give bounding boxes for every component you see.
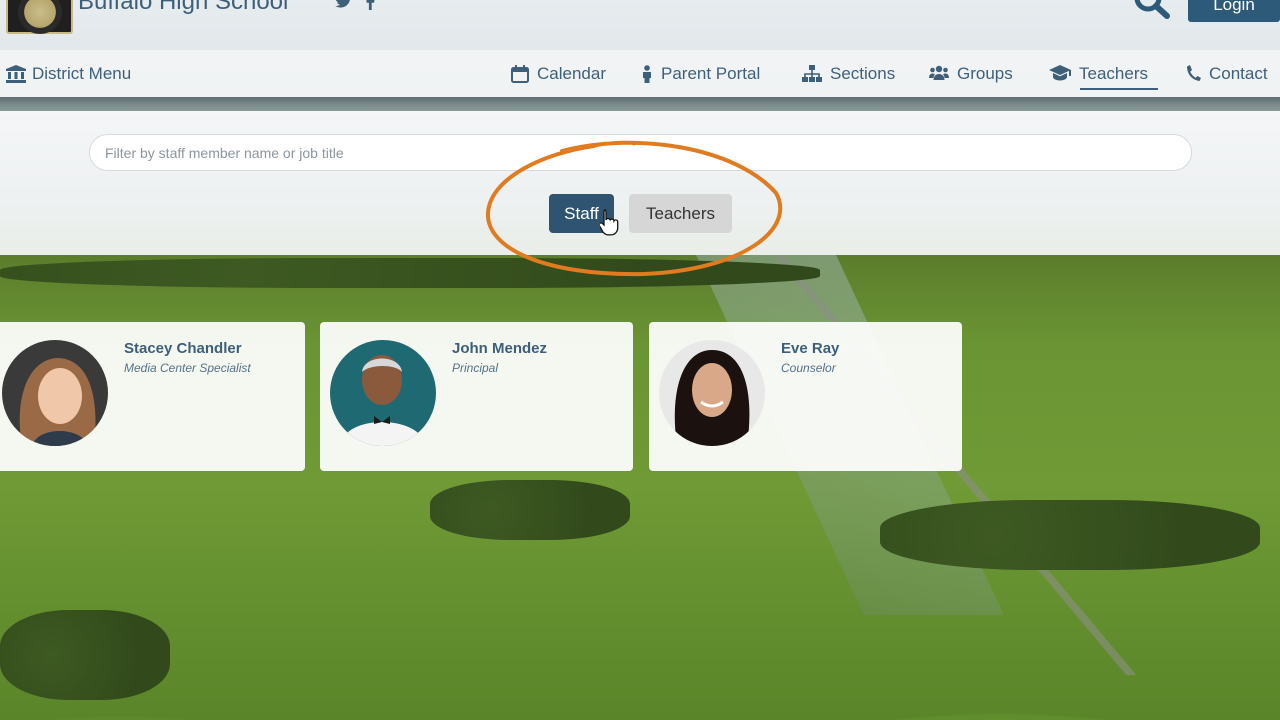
nav-item-calendar[interactable]: Calendar [511, 50, 606, 97]
nav-item-parent-portal[interactable]: Parent Portal [641, 50, 760, 97]
graduation-cap-icon [1049, 64, 1071, 83]
nav-label: Parent Portal [661, 63, 761, 83]
nav-item-contact[interactable]: Contact [1187, 50, 1268, 97]
treeline [880, 500, 1260, 570]
avatar [659, 340, 765, 446]
avatar [330, 340, 436, 446]
staff-card[interactable]: Stacey Chandler Media Center Specialist [0, 322, 305, 471]
nav-label: Contact [1209, 63, 1268, 83]
twitter-icon[interactable] [335, 0, 352, 13]
logo-mark [17, 0, 62, 34]
nav-label: Groups [957, 63, 1013, 83]
top-bar: Buffalo High School Login [0, 0, 1280, 50]
site-title[interactable]: Buffalo High School [78, 0, 288, 16]
sitemap-icon [802, 64, 822, 83]
nav-item-groups[interactable]: Groups [929, 50, 1013, 97]
school-logo[interactable] [6, 0, 73, 34]
building-icon [6, 64, 26, 83]
district-menu-button[interactable]: District Menu [6, 50, 131, 97]
avatar [2, 340, 108, 446]
users-icon [929, 65, 949, 83]
staff-title: Counselor [781, 361, 836, 375]
annotation-circle [485, 140, 783, 277]
nav-label: Teachers [1079, 63, 1148, 83]
active-tab-underline [1080, 88, 1158, 90]
facebook-icon[interactable] [366, 0, 375, 15]
nav-label: Calendar [537, 63, 606, 83]
staff-name: John Mendez [452, 340, 548, 357]
hand-cursor-icon [600, 209, 619, 236]
staff-card[interactable]: John Mendez Principal [320, 322, 633, 471]
login-button[interactable]: Login [1188, 0, 1280, 22]
search-icon[interactable] [1130, 0, 1172, 22]
phone-icon [1187, 64, 1201, 83]
nav-label: Sections [830, 63, 896, 83]
staff-card[interactable]: Eve Ray Counselor [649, 322, 962, 471]
person-icon [641, 64, 653, 83]
staff-name: Stacey Chandler [124, 340, 242, 357]
treeline [0, 610, 170, 700]
calendar-icon [511, 64, 529, 83]
staff-title: Principal [452, 361, 499, 375]
district-menu-label: District Menu [32, 63, 132, 83]
treeline [430, 480, 630, 540]
nav-item-sections[interactable]: Sections [802, 50, 895, 97]
staff-title: Media Center Specialist [124, 361, 251, 375]
staff-name: Eve Ray [781, 340, 840, 357]
